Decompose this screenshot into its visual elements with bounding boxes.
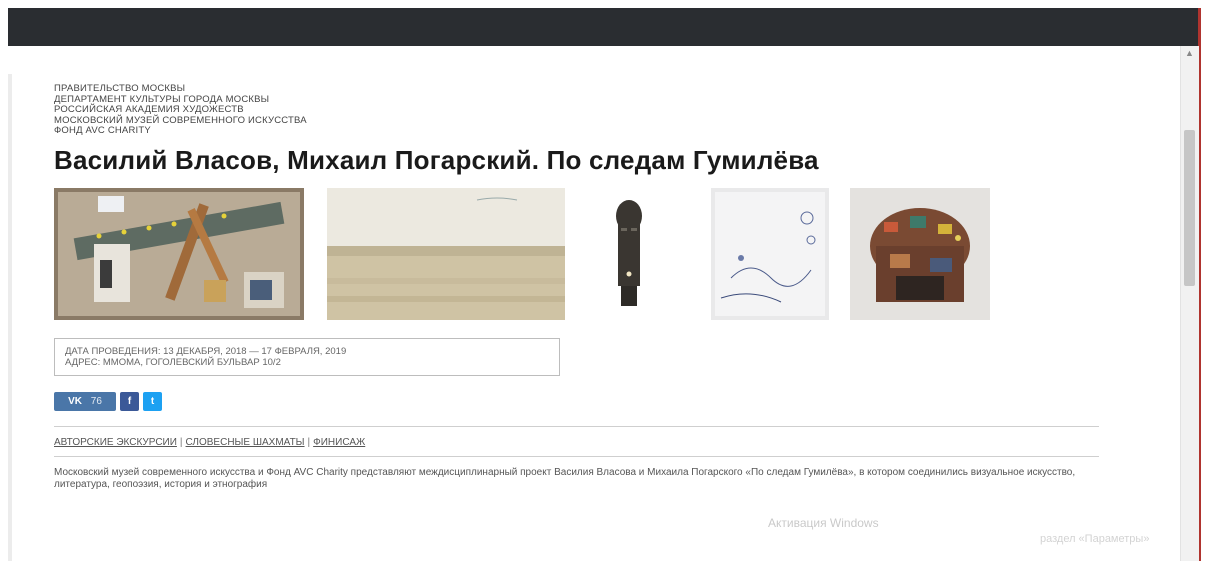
organizer-item: РОССИЙСКАЯ АКАДЕМИЯ ХУДОЖЕСТВ — [54, 104, 244, 115]
exhibition-article: ПРАВИТЕЛЬСТВО МОСКВЫ ДЕПАРТАМЕНТ КУЛЬТУР… — [54, 83, 1154, 501]
link-separator: | — [179, 436, 183, 448]
event-address: АДРЕС: ММОМА, ГОГОЛЕВСКИЙ БУЛЬВАР 10/2 — [65, 356, 281, 368]
link-word-chess[interactable]: СЛОВЕСНЫЕ ШАХМАТЫ — [186, 437, 305, 448]
facebook-icon: f — [127, 395, 132, 407]
gallery-thumb-drawing[interactable] — [711, 187, 829, 320]
exhibition-description: Московский музей современного искусства … — [54, 466, 1076, 490]
gallery-thumb-collage[interactable] — [54, 187, 304, 320]
windows-activation-watermark: Активация Windows — [768, 516, 879, 530]
event-info-box: ДАТА ПРОВЕДЕНИЯ: 13 ДЕКАБРЯ, 2018 — 17 Ф… — [54, 337, 560, 376]
landscape-artwork-image — [327, 187, 565, 320]
organizer-item: ФОНД AVC CHARITY — [54, 125, 151, 136]
collage-artwork-image — [54, 187, 304, 320]
page-side-shadow — [8, 74, 12, 561]
scroll-up-arrow-icon[interactable]: ▲ — [1185, 48, 1194, 58]
twitter-icon: t — [150, 395, 155, 407]
program-links: АВТОРСКИЕ ЭКСКУРСИИ | СЛОВЕСНЫЕ ШАХМАТЫ | ФИ… — [54, 427, 1154, 456]
page-title: Василий Власов, Михаил Погарский. По сле… — [54, 144, 819, 175]
windows-activation-hint: раздел «Параметры» — [1040, 533, 1150, 545]
scrollbar-thumb[interactable] — [1184, 130, 1195, 286]
facebook-share-button[interactable]: f — [120, 391, 139, 411]
section-divider — [54, 455, 1099, 457]
organizers-list: ПРАВИТЕЛЬСТВО МОСКВЫ ДЕПАРТАМЕНТ КУЛЬТУР… — [54, 83, 1154, 137]
vk-share-button[interactable]: VK 76 — [54, 391, 116, 411]
twitter-share-button[interactable]: t — [143, 391, 162, 411]
event-dates: ДАТА ПРОВЕДЕНИЯ: 13 ДЕКАБРЯ, 2018 — 17 Ф… — [65, 345, 347, 357]
page-content: ПРАВИТЕЛЬСТВО МОСКВЫ ДЕПАРТАМЕНТ КУЛЬТУР… — [8, 46, 1180, 561]
browser-top-bar — [8, 8, 1198, 46]
link-excursions[interactable]: АВТОРСКИЕ ЭКСКУРСИИ — [54, 437, 177, 448]
gallery-thumb-landscape[interactable] — [327, 187, 565, 320]
link-separator: | — [307, 436, 311, 448]
vertical-scrollbar[interactable]: ▲ — [1180, 46, 1199, 561]
share-buttons: VK 76 f t — [54, 391, 1154, 412]
object-artwork-image — [850, 187, 990, 320]
gallery-thumb-object[interactable] — [850, 187, 990, 320]
mask-artwork-image — [604, 187, 654, 320]
link-finissage[interactable]: ФИНИСАЖ — [313, 437, 365, 448]
gallery-thumb-mask[interactable] — [604, 187, 654, 320]
vk-share-count: 76 — [90, 395, 102, 407]
vk-icon: VK — [68, 395, 82, 407]
organizer-item: МОСКОВСКИЙ МУЗЕЙ СОВРЕМЕННОГО ИСКУССТВА — [54, 114, 307, 126]
drawing-artwork-image — [711, 187, 829, 320]
image-gallery — [54, 187, 1154, 324]
organizer-item: ПРАВИТЕЛЬСТВО МОСКВЫ — [54, 83, 186, 94]
